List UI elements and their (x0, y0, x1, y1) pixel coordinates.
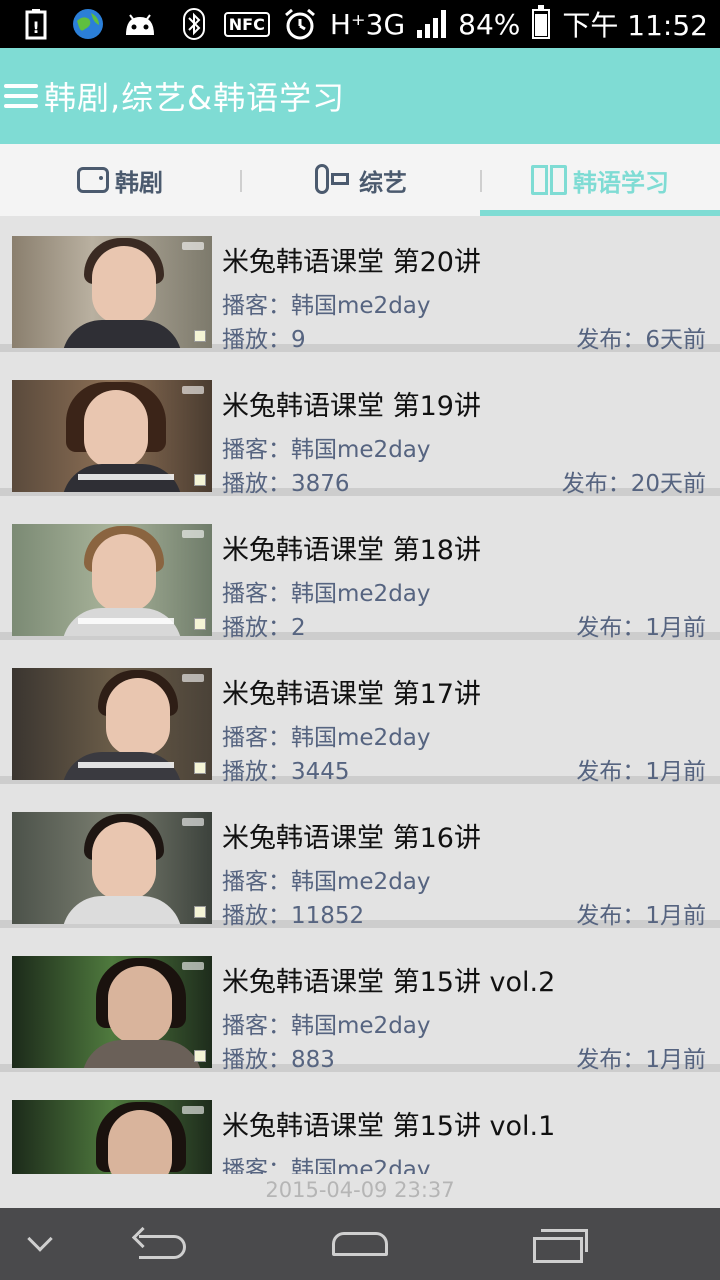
video-published: 发布：1月前 (576, 759, 706, 785)
list-item[interactable]: 米兔韩语课堂 第18讲 播客：韩国me2day 播放：2 发布：1月前 (0, 504, 720, 641)
list-item[interactable]: 米兔韩语课堂 第17讲 播客：韩国me2day 播放：3445 发布：1月前 (0, 648, 720, 785)
tab-korean-drama[interactable]: 韩剧 (0, 144, 240, 216)
alarm-icon (282, 8, 318, 40)
video-author: 播客：韩国me2day (222, 869, 431, 895)
tab-label: 综艺 (359, 168, 407, 197)
video-thumbnail[interactable] (12, 380, 212, 492)
app-title: 韩剧,综艺&韩语学习 (44, 79, 346, 117)
tab-korean-study[interactable]: 韩语学习 (480, 144, 720, 216)
status-bar: ! NFC H⁺3G 84% 下午 11:52 (0, 0, 720, 48)
video-author: 播客：韩国me2day (222, 581, 431, 607)
battery-alert-icon: ! (18, 8, 54, 40)
app-bar: 韩剧,综艺&韩语学习 (0, 48, 720, 144)
video-thumbnail[interactable] (12, 668, 212, 780)
back-icon[interactable] (120, 1208, 200, 1280)
list-item[interactable]: 米兔韩语课堂 第19讲 播客：韩国me2day 播放：3876 发布：20天前 (0, 360, 720, 497)
browser-globe-icon (70, 8, 106, 40)
video-published: 发布：20天前 (561, 471, 706, 497)
video-plays: 播放：2 (222, 615, 306, 641)
tv-icon (77, 167, 109, 193)
video-plays: 播放：11852 (222, 903, 365, 929)
tab-variety[interactable]: 综艺 (240, 144, 480, 216)
video-title: 米兔韩语课堂 第15讲 vol.2 (222, 967, 556, 998)
svg-text:!: ! (32, 18, 39, 37)
battery-icon (532, 5, 551, 39)
tab-bar: 韩剧 综艺 韩语学习 (0, 144, 720, 216)
list-item[interactable]: 米兔韩语课堂 第15讲 vol.2 播客：韩国me2day 播放：883 发布：… (0, 936, 720, 1073)
notification-icons: ! (18, 6, 158, 42)
bluetooth-icon (176, 8, 212, 40)
video-author: 播客：韩国me2day (222, 437, 431, 463)
list-item[interactable]: 米兔韩语课堂 第20讲 播客：韩国me2day 播放：9 发布：6天前 (0, 216, 720, 353)
video-thumbnail[interactable] (12, 812, 212, 924)
video-thumbnail[interactable] (12, 1100, 212, 1174)
system-indicators: NFC H⁺3G 84% 下午 11:52 (176, 5, 708, 42)
list-item[interactable]: 米兔韩语课堂 第16讲 播客：韩国me2day 播放：11852 发布：1月前 (0, 792, 720, 929)
video-published: 发布：1月前 (576, 1047, 706, 1073)
video-thumbnail[interactable] (12, 236, 212, 348)
recent-apps-icon[interactable] (520, 1208, 600, 1280)
clock: 下午 11:52 (562, 9, 708, 42)
video-list[interactable]: 米兔韩语课堂 第20讲 播客：韩国me2day 播放：9 发布：6天前 米兔韩语… (0, 216, 720, 1174)
book-icon (531, 165, 567, 195)
video-published: 发布：6天前 (576, 327, 706, 353)
video-camera-icon (313, 164, 353, 196)
video-title: 米兔韩语课堂 第20讲 (222, 247, 481, 278)
video-author: 播客：韩国me2day (222, 1013, 431, 1039)
video-author: 播客：韩国me2day (222, 1157, 431, 1174)
video-title: 米兔韩语课堂 第17讲 (222, 679, 481, 710)
video-title: 米兔韩语课堂 第15讲 vol.1 (222, 1111, 556, 1142)
tab-label: 韩语学习 (573, 168, 669, 197)
android-icon (122, 8, 158, 40)
refresh-timestamp: 2015-04-09 23:37 (265, 1178, 455, 1202)
battery-percent: 84% (458, 7, 521, 41)
video-title: 米兔韩语课堂 第19讲 (222, 391, 481, 422)
video-author: 播客：韩国me2day (222, 293, 431, 319)
video-thumbnail[interactable] (12, 956, 212, 1068)
video-plays: 播放：3876 (222, 471, 350, 497)
video-thumbnail[interactable] (12, 524, 212, 636)
video-title: 米兔韩语课堂 第16讲 (222, 823, 481, 854)
video-published: 发布：1月前 (576, 615, 706, 641)
video-plays: 播放：3445 (222, 759, 350, 785)
video-plays: 播放：883 (222, 1047, 335, 1073)
video-plays: 播放：9 (222, 327, 306, 353)
navigation-bar (0, 1208, 720, 1280)
home-icon[interactable] (320, 1208, 400, 1280)
tab-label: 韩剧 (115, 168, 163, 197)
nfc-icon: NFC (223, 11, 270, 37)
menu-icon[interactable] (4, 78, 40, 114)
list-item[interactable]: 米兔韩语课堂 第15讲 vol.1 播客：韩国me2day (0, 1080, 720, 1174)
video-title: 米兔韩语课堂 第18讲 (222, 535, 481, 566)
network-type: H⁺3G (329, 7, 406, 41)
video-published: 发布：1月前 (576, 903, 706, 929)
video-author: 播客：韩国me2day (222, 725, 431, 751)
chevron-down-icon[interactable] (10, 1208, 70, 1280)
signal-icon (417, 10, 447, 38)
